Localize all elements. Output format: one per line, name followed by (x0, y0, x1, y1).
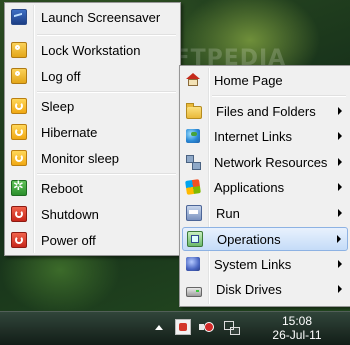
system-links-icon (186, 257, 200, 271)
globe-icon (186, 129, 200, 143)
submenu-arrow-icon (338, 158, 342, 166)
submenu-arrow-icon (337, 235, 341, 243)
submenu-arrow-icon (338, 285, 342, 293)
menu-item-internet-links[interactable]: Internet Links (182, 125, 348, 147)
power-icon (11, 124, 27, 140)
menu-item-label: Reboot (41, 180, 83, 196)
menu-item-label: Disk Drives (216, 281, 282, 297)
power-icon (11, 98, 27, 114)
power-red-icon (11, 232, 27, 248)
menu-item-label: Home Page (214, 72, 283, 88)
menu-separator (37, 173, 176, 175)
menu-item-label: Files and Folders (216, 103, 316, 119)
menu-item-sleep[interactable]: Sleep (7, 95, 178, 117)
menu-separator (37, 34, 176, 36)
menu-item-run[interactable]: Run (182, 202, 348, 224)
menu-item-files-and-folders[interactable]: Files and Folders (182, 100, 348, 122)
menu-item-log-off[interactable]: Log off (7, 65, 178, 87)
menu-item-label: Lock Workstation (41, 42, 141, 58)
network-tray-icon[interactable] (224, 319, 240, 335)
network-icon (186, 155, 201, 170)
submenu-arrow-icon (338, 107, 342, 115)
submenu-arrow-icon (338, 183, 342, 191)
menu-item-system-links[interactable]: System Links (182, 253, 348, 275)
screensaver-icon (11, 9, 27, 25)
power-icon (11, 150, 27, 166)
menu-item-reboot[interactable]: Reboot (7, 177, 178, 199)
menu-separator (37, 91, 176, 93)
menu-item-label: Run (216, 205, 240, 221)
menu-item-hibernate[interactable]: Hibernate (7, 121, 178, 143)
menu-item-label: Launch Screensaver (41, 9, 161, 25)
submenu-arrow-icon (338, 260, 342, 268)
taskbar: 15:08 26-Jul-11 (0, 311, 350, 345)
menu-item-label: System Links (214, 256, 292, 272)
menu-item-power-off[interactable]: Power off (7, 229, 178, 251)
windows-icon (185, 179, 201, 195)
menu-item-lock-workstation[interactable]: Lock Workstation (7, 39, 178, 61)
tray-app-icon[interactable] (175, 319, 191, 335)
menu-item-home-page[interactable]: Home Page (182, 69, 348, 91)
clock-time: 15:08 (281, 314, 313, 328)
home-icon (186, 73, 200, 87)
menu-item-launch-screensaver[interactable]: Launch Screensaver (7, 6, 178, 28)
main-menu: Home Page Files and Folders Internet Lin… (179, 65, 350, 307)
menu-item-label: Network Resources (214, 154, 328, 170)
submenu-arrow-icon (338, 209, 342, 217)
volume-muted-icon[interactable] (198, 319, 214, 335)
folder-icon (186, 103, 202, 119)
operations-icon (187, 231, 203, 247)
menu-item-label: Internet Links (214, 128, 293, 144)
key-icon (11, 68, 27, 84)
menu-item-applications[interactable]: Applications (182, 176, 348, 198)
menu-item-label: Power off (41, 232, 96, 248)
menu-item-label: Sleep (41, 98, 75, 114)
menu-item-shutdown[interactable]: Shutdown (7, 203, 178, 225)
menu-item-label: Operations (217, 231, 281, 247)
operations-submenu: Launch Screensaver Lock Workstation Log … (4, 2, 181, 256)
drive-icon (186, 286, 202, 297)
menu-item-label: Log off (41, 68, 81, 84)
menu-separator (212, 95, 346, 97)
menu-item-monitor-sleep[interactable]: Monitor sleep (7, 147, 178, 169)
menu-item-network-resources[interactable]: Network Resources (182, 151, 348, 173)
menu-item-disk-drives[interactable]: Disk Drives (182, 278, 348, 300)
taskbar-clock[interactable]: 15:08 26-Jul-11 (262, 314, 332, 342)
menu-item-label: Shutdown (41, 206, 99, 222)
menu-item-label: Applications (214, 179, 285, 195)
menu-item-label: Hibernate (41, 124, 98, 140)
run-icon (186, 205, 202, 221)
power-red-icon (11, 206, 27, 222)
menu-item-label: Monitor sleep (41, 150, 120, 166)
submenu-arrow-icon (338, 132, 342, 140)
clock-date: 26-Jul-11 (272, 328, 322, 342)
key-icon (11, 42, 27, 58)
show-hidden-icons-chevron-icon[interactable] (155, 325, 163, 330)
menu-item-operations[interactable]: Operations (182, 227, 348, 251)
reboot-icon (11, 179, 27, 196)
